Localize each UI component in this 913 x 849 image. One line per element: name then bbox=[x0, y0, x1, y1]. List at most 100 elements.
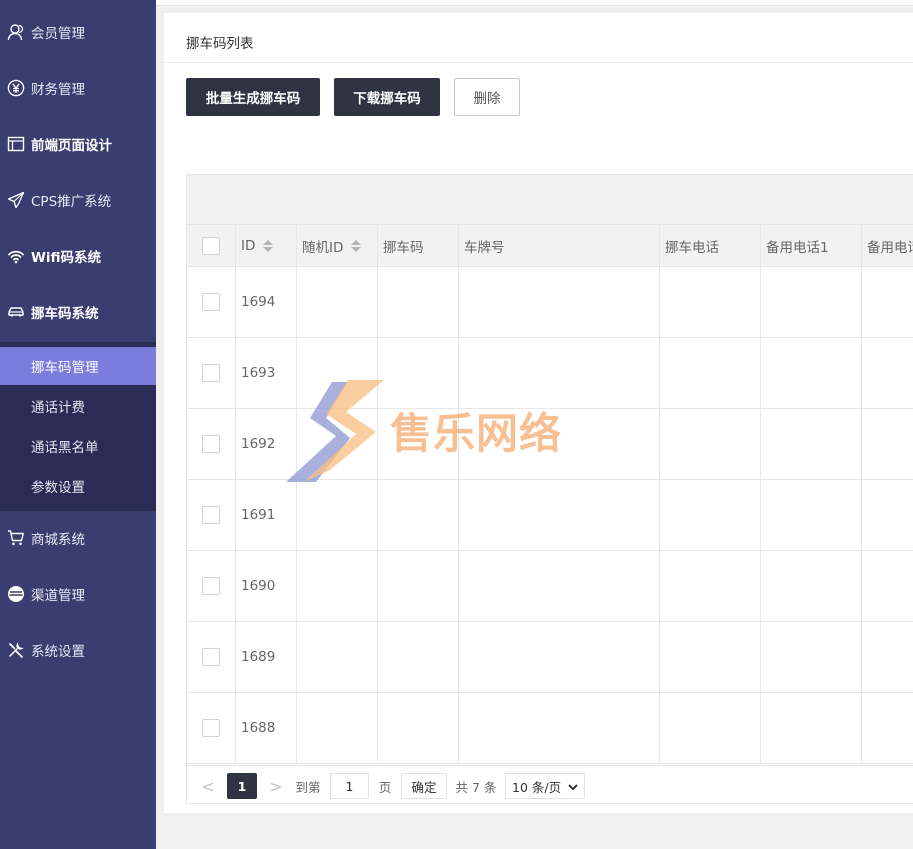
submenu-item-settings[interactable]: 参数设置 bbox=[0, 467, 156, 505]
table-cell bbox=[378, 267, 459, 337]
table-cell bbox=[378, 693, 459, 763]
row-checkbox-cell bbox=[187, 622, 236, 692]
table-cell bbox=[660, 267, 761, 337]
sidebar: 会员管理 财务管理 前端页面设计 CPS推广系统 Wifi码系统 挪车码系统 挪… bbox=[0, 0, 156, 849]
wifi-icon bbox=[6, 246, 26, 266]
table-cell bbox=[761, 338, 862, 408]
cell-id: 1693 bbox=[236, 338, 297, 408]
table-cell bbox=[378, 551, 459, 621]
sidebar-item-system-settings[interactable]: 系统设置 bbox=[0, 622, 156, 678]
car-icon bbox=[6, 302, 26, 322]
row-checkbox-cell bbox=[187, 409, 236, 479]
column-header-random-id[interactable]: 随机ID bbox=[297, 225, 378, 266]
current-page-button[interactable]: 1 bbox=[227, 773, 257, 799]
select-all-checkbox[interactable] bbox=[202, 236, 220, 255]
table-cell bbox=[862, 338, 913, 408]
table-row: 1691 bbox=[187, 480, 913, 551]
table-cell bbox=[378, 409, 459, 479]
submenu-item-label: 挪车码管理 bbox=[31, 360, 99, 376]
goto-label: 到第 bbox=[295, 779, 321, 795]
sidebar-item-label: 挪车码系统 bbox=[31, 306, 99, 322]
goto-page-input[interactable]: 1 bbox=[330, 773, 369, 799]
table-cell bbox=[660, 480, 761, 550]
table-cell bbox=[761, 551, 862, 621]
page-title: 挪车码列表 bbox=[186, 36, 254, 52]
cell-id: 1689 bbox=[236, 622, 297, 692]
table-cell bbox=[761, 267, 862, 337]
row-checkbox[interactable] bbox=[202, 506, 220, 524]
header-checkbox-cell bbox=[187, 225, 236, 266]
row-checkbox-cell bbox=[187, 551, 236, 621]
submenu-item-move-car-manage[interactable]: 挪车码管理 bbox=[0, 347, 156, 385]
table-row: 1692 bbox=[187, 409, 913, 480]
row-checkbox[interactable] bbox=[202, 364, 220, 382]
main-card: 挪车码列表 批量生成挪车码 下载挪车码 删除 ID 随机ID 挪车码 车牌号 挪… bbox=[164, 13, 913, 813]
sidebar-item-wifi[interactable]: Wifi码系统 bbox=[0, 228, 156, 284]
paper-plane-icon bbox=[6, 190, 26, 210]
sidebar-item-members[interactable]: 会员管理 bbox=[0, 4, 156, 60]
top-header-strip bbox=[156, 0, 913, 6]
table-cell bbox=[459, 338, 660, 408]
table-cell bbox=[660, 622, 761, 692]
row-checkbox[interactable] bbox=[202, 293, 220, 311]
table-cell bbox=[459, 409, 660, 479]
tools-icon bbox=[6, 640, 26, 660]
next-page-icon[interactable]: > bbox=[267, 773, 285, 799]
page-size-select[interactable]: 10 条/页 bbox=[505, 773, 585, 799]
sidebar-item-channel[interactable]: 渠道管理 bbox=[0, 566, 156, 622]
delete-button[interactable]: 删除 bbox=[454, 78, 520, 116]
batch-generate-button[interactable]: 批量生成挪车码 bbox=[186, 78, 320, 116]
channel-icon bbox=[6, 584, 26, 604]
column-header-label: 随机ID bbox=[302, 239, 344, 256]
submenu-item-call-blacklist[interactable]: 通话黑名单 bbox=[0, 427, 156, 465]
sidebar-item-finance[interactable]: 财务管理 bbox=[0, 60, 156, 116]
row-checkbox-cell bbox=[187, 480, 236, 550]
cell-id: 1688 bbox=[236, 693, 297, 763]
table-cell bbox=[459, 622, 660, 692]
submenu-item-call-billing[interactable]: 通话计费 bbox=[0, 387, 156, 425]
column-header-backup-phone-2: 备用电话 bbox=[862, 225, 913, 266]
submenu-item-label: 通话计费 bbox=[31, 400, 85, 416]
table-cell bbox=[459, 267, 660, 337]
sidebar-item-label: 渠道管理 bbox=[31, 588, 85, 604]
goto-confirm-button[interactable]: 确定 bbox=[401, 773, 447, 799]
sidebar-item-label: CPS推广系统 bbox=[31, 194, 112, 210]
sidebar-item-cps[interactable]: CPS推广系统 bbox=[0, 172, 156, 228]
submenu-item-label: 参数设置 bbox=[31, 480, 85, 496]
column-header-plate: 车牌号 bbox=[459, 225, 660, 266]
submenu-item-label: 通话黑名单 bbox=[31, 440, 99, 456]
submenu-move-car: 挪车码管理 通话计费 通话黑名单 参数设置 bbox=[0, 342, 156, 511]
table-cell bbox=[459, 480, 660, 550]
column-header-id[interactable]: ID bbox=[236, 225, 297, 266]
prev-page-icon[interactable]: < bbox=[199, 773, 217, 799]
sidebar-item-move-car[interactable]: 挪车码系统 bbox=[0, 284, 156, 340]
table-cell bbox=[862, 693, 913, 763]
row-checkbox-cell bbox=[187, 338, 236, 408]
row-checkbox[interactable] bbox=[202, 648, 220, 666]
data-table: ID 随机ID 挪车码 车牌号 挪车电话 备用电话1 备用电话 1 bbox=[186, 174, 913, 804]
column-header-phone: 挪车电话 bbox=[660, 225, 761, 266]
page-unit-label: 页 bbox=[378, 779, 392, 795]
table-cell bbox=[459, 693, 660, 763]
sidebar-item-frontend-design[interactable]: 前端页面设计 bbox=[0, 116, 156, 172]
table-toolbar bbox=[187, 175, 913, 225]
download-button[interactable]: 下载挪车码 bbox=[334, 78, 440, 116]
row-checkbox[interactable] bbox=[202, 719, 220, 737]
table-cell bbox=[297, 551, 378, 621]
sort-icon[interactable] bbox=[263, 239, 274, 252]
sort-icon[interactable] bbox=[351, 239, 362, 252]
pagination: < 1 > 到第 1 页 确定 共 7 条 10 条/页 bbox=[187, 765, 913, 803]
cell-id: 1691 bbox=[236, 480, 297, 550]
sidebar-item-mall[interactable]: 商城系统 bbox=[0, 510, 156, 566]
cart-icon bbox=[6, 528, 26, 548]
row-checkbox[interactable] bbox=[202, 435, 220, 453]
total-count: 共 7 条 bbox=[455, 779, 497, 795]
table-cell bbox=[297, 693, 378, 763]
table-cell bbox=[862, 409, 913, 479]
cell-id: 1694 bbox=[236, 267, 297, 337]
table-header: ID 随机ID 挪车码 车牌号 挪车电话 备用电话1 备用电话 bbox=[187, 225, 913, 267]
table-cell bbox=[297, 338, 378, 408]
sidebar-item-label: Wifi码系统 bbox=[31, 250, 102, 266]
table-cell bbox=[761, 693, 862, 763]
row-checkbox[interactable] bbox=[202, 577, 220, 595]
